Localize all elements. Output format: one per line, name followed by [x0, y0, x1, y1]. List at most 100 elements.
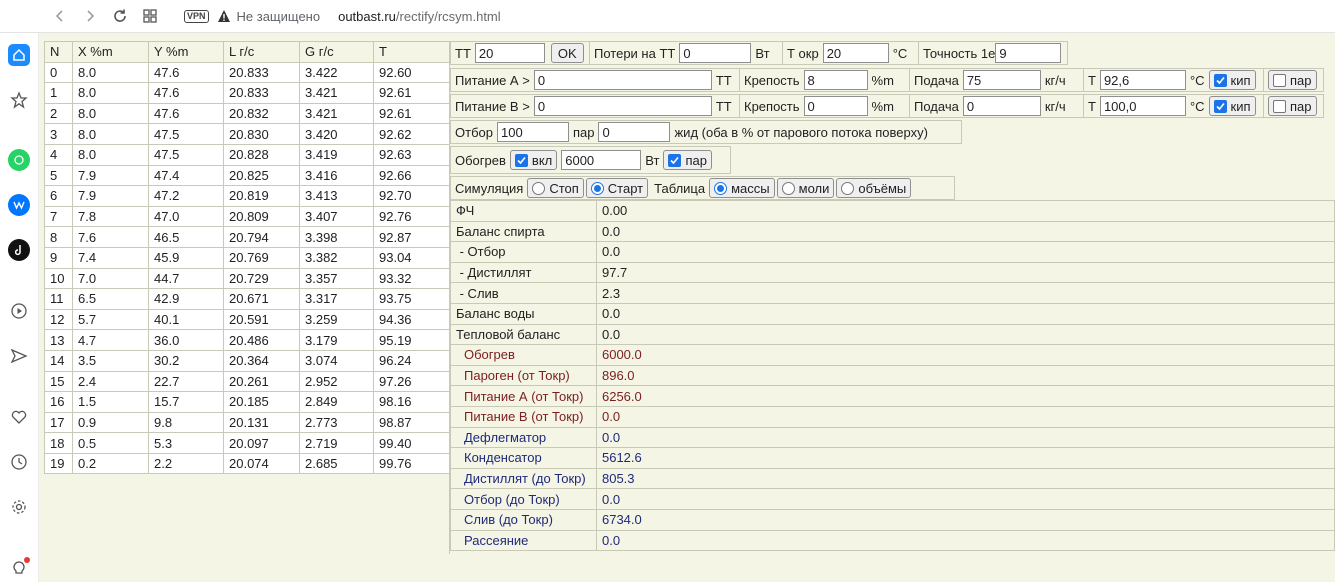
sim-start-label: Старт [607, 180, 644, 196]
cell-y: 47.4 [148, 164, 224, 187]
flow-a-input[interactable]: 75 [962, 70, 1041, 90]
temp-b-input[interactable]: 100,0 [1099, 96, 1186, 116]
cell-n: 14 [44, 349, 73, 372]
star-icon[interactable] [8, 89, 30, 111]
boil-b-toggle[interactable]: кип [1208, 96, 1256, 116]
result-label: Питание А (от Токр) [450, 385, 597, 407]
temp-a-input[interactable]: 92,6 [1099, 70, 1186, 90]
take-vapor-input[interactable]: 0 [598, 122, 671, 142]
forward-icon[interactable] [78, 4, 102, 28]
send-icon[interactable] [8, 345, 30, 367]
cell-x: 7.0 [72, 267, 149, 290]
play-icon[interactable] [8, 300, 30, 322]
vapor-a-label: пар [1290, 72, 1312, 88]
boil-a-toggle[interactable]: кип [1208, 70, 1256, 90]
strength-a-input[interactable]: 8 [803, 70, 868, 90]
table-mol-radio[interactable]: моли [776, 178, 835, 198]
take-input[interactable]: 100 [496, 122, 569, 142]
flow-b-input[interactable]: 0 [962, 96, 1041, 116]
whatsapp-icon[interactable] [8, 149, 30, 171]
flow-b-unit: кг/ч [1044, 98, 1066, 114]
cell-l: 20.833 [223, 61, 300, 84]
tt-group: ТТ 20 OK [450, 41, 590, 65]
loss-input[interactable]: 0 [679, 43, 752, 63]
cell-t: 92.76 [373, 205, 450, 228]
vapor-b-toggle[interactable]: пар [1268, 96, 1317, 116]
strength-b-label: Крепость [744, 98, 800, 114]
ok-button[interactable]: OK [550, 43, 584, 63]
cell-g: 3.259 [299, 308, 374, 331]
cell-y: 22.7 [148, 370, 224, 393]
strength-b-unit: %m [871, 98, 894, 114]
heat-vapor-toggle[interactable]: пар [663, 150, 712, 170]
settings-icon[interactable] [8, 496, 30, 518]
tt-label: ТТ [455, 45, 471, 61]
precision-input[interactable]: 9 [995, 43, 1062, 63]
result-value: 6000.0 [595, 344, 1335, 366]
back-icon[interactable] [48, 4, 72, 28]
table-mass-radio[interactable]: массы [709, 178, 775, 198]
history-icon[interactable] [8, 451, 30, 473]
tiktok-icon[interactable] [8, 239, 30, 261]
strength-b-group: Крепость 0 %m [740, 94, 910, 118]
cell-y: 47.0 [148, 205, 224, 228]
tabs-grid-icon[interactable] [138, 4, 162, 28]
vk-icon[interactable] [8, 194, 30, 216]
result-label: Дефлегматор [450, 426, 597, 449]
cell-t: 99.40 [373, 432, 450, 454]
cell-t: 93.04 [373, 246, 450, 269]
feed-b-input[interactable]: 0 [533, 96, 712, 116]
heat-on-label: вкл [531, 152, 553, 168]
heat-on-toggle[interactable]: вкл [509, 150, 558, 170]
strength-a-group: Крепость 8 %m [740, 68, 910, 92]
row-feed-b: Питание В > 0 ТТ Крепость 0 %m Подача 0 … [450, 94, 1324, 118]
tt-input[interactable]: 20 [474, 43, 545, 63]
result-row: ФЧ 0.00 [450, 200, 1335, 222]
result-value: 0.0 [595, 241, 1335, 263]
heart-icon[interactable] [8, 406, 30, 428]
table-volume-radio[interactable]: объёмы [836, 178, 912, 198]
sim-start-radio[interactable]: Старт [585, 178, 649, 198]
cell-n: 4 [44, 143, 73, 166]
sim-stop-radio[interactable]: Стоп [527, 178, 584, 198]
tokr-input[interactable]: 20 [822, 43, 889, 63]
vapor-a-group: пар [1264, 68, 1324, 92]
url-path: /rectify/rcsym.html [395, 8, 501, 24]
home-icon[interactable] [8, 44, 30, 66]
flow-b-group: Подача 0 кг/ч [910, 94, 1084, 118]
heat-power-input[interactable]: 6000 [561, 150, 642, 170]
result-label: Обогрев [450, 344, 597, 366]
cell-y: 47.6 [148, 61, 224, 84]
reload-icon[interactable] [108, 4, 132, 28]
cell-n: 1 [44, 82, 73, 104]
cell-l: 20.825 [223, 164, 300, 187]
result-label: Рассеяние [450, 529, 597, 552]
feed-b-unit: ТТ [715, 98, 732, 114]
cell-y: 36.0 [148, 329, 224, 351]
cell-g: 3.422 [299, 61, 374, 84]
radio-off-icon [532, 181, 546, 195]
page-content: HomeDistiller.ru N X %m Y %m L г/с G г/с… [39, 33, 1335, 582]
cell-n: 16 [44, 391, 73, 413]
vpn-badge[interactable]: VPN [184, 9, 209, 23]
cell-x: 7.8 [72, 205, 149, 228]
vapor-a-toggle[interactable]: пар [1268, 70, 1317, 90]
cell-x: 8.0 [72, 143, 149, 166]
warning-icon[interactable] [217, 9, 231, 23]
cell-x: 5.7 [72, 308, 149, 331]
cell-l: 20.830 [223, 123, 300, 145]
cell-x: 4.7 [72, 329, 149, 351]
result-label: Баланс спирта [450, 220, 597, 243]
result-label: ФЧ [450, 200, 597, 222]
cell-n: 0 [44, 61, 73, 84]
lightbulb-icon[interactable] [8, 557, 30, 579]
row-feed-a: Питание А > 0 ТТ Крепость 8 %m Подача 75… [450, 68, 1324, 92]
strength-b-input[interactable]: 0 [803, 96, 868, 116]
sim-stop-label: Стоп [549, 180, 579, 196]
security-status[interactable]: Не защищено [237, 9, 321, 24]
cell-l: 20.828 [223, 143, 300, 166]
cell-x: 7.9 [72, 164, 149, 187]
url-host: outbast.ru [338, 8, 396, 24]
address-bar[interactable]: outbast.ru/rectify/rcsym.html [338, 9, 501, 24]
feed-a-input[interactable]: 0 [533, 70, 712, 90]
